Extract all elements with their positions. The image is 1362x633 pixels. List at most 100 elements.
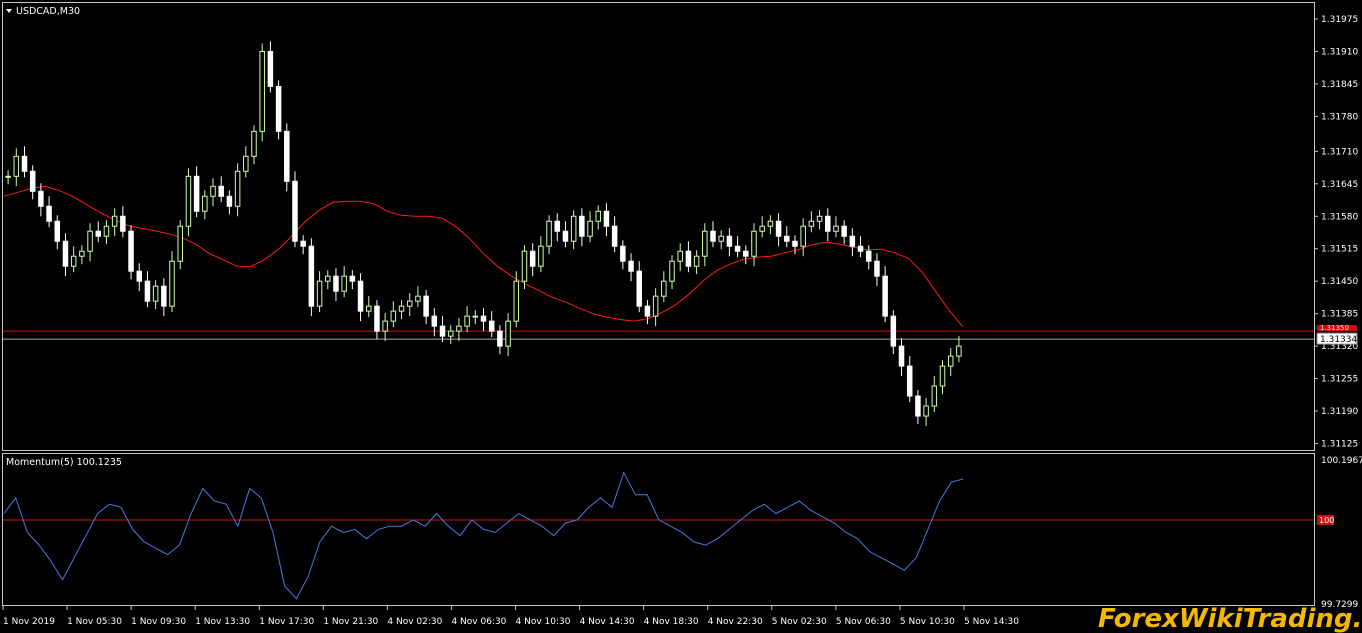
candle: [415, 286, 421, 308]
candle-body: [95, 230, 102, 237]
time-tick-label: 4 Nov 14:30: [580, 617, 635, 627]
candle: [234, 163, 241, 217]
candle-body: [726, 235, 733, 247]
candle: [185, 168, 192, 237]
price-tick-label: 1.31515: [1321, 245, 1358, 255]
candle: [333, 268, 339, 302]
candle: [120, 206, 126, 238]
candle-body: [693, 255, 700, 267]
trading-chart[interactable]: 1.31975 1.31910 1.31845 1.31780 1.31710 1.316…: [0, 0, 1362, 633]
candle: [308, 238, 315, 317]
candle-body: [915, 395, 921, 417]
candle: [447, 325, 454, 345]
candle: [103, 220, 110, 245]
candle-body: [874, 260, 880, 277]
candle: [365, 296, 372, 318]
candle: [95, 221, 102, 243]
candle: [251, 125, 257, 165]
candle-body: [767, 220, 774, 227]
candle: [603, 203, 610, 237]
price-tick-label: 1.31710: [1321, 147, 1358, 157]
candle-body: [177, 225, 183, 262]
candle: [398, 300, 405, 320]
momentum-max-label: 100.1967: [1321, 456, 1362, 466]
candle: [661, 271, 667, 303]
candle-body: [374, 305, 380, 332]
candle: [685, 241, 692, 273]
candle-body: [259, 50, 265, 132]
candle-body: [825, 215, 831, 232]
candle: [406, 293, 413, 317]
candle: [193, 166, 200, 218]
candle: [841, 220, 847, 245]
time-tick-label: 4 Nov 22:30: [708, 617, 763, 627]
price-pane[interactable]: [2, 2, 1315, 451]
candle-body: [505, 320, 511, 347]
candle-body: [161, 285, 167, 307]
price-tick-label: 1.31125: [1321, 440, 1358, 450]
candle-body: [185, 175, 192, 227]
candle-body: [947, 355, 954, 367]
candle-body: [833, 225, 839, 232]
candle: [202, 190, 208, 220]
candle-body: [357, 280, 364, 312]
candle-body: [718, 235, 724, 242]
candle-body: [292, 180, 298, 242]
candle: [759, 216, 765, 238]
candle-body: [898, 345, 905, 367]
candle: [439, 316, 446, 343]
candle-body: [620, 245, 626, 262]
time-tick-label: 5 Nov 02:30: [772, 617, 827, 627]
candle-body: [46, 205, 52, 222]
candle-body: [79, 250, 85, 257]
momentum-level-label: 100: [1319, 516, 1334, 525]
candle-body: [333, 275, 339, 292]
candle-body: [579, 215, 585, 237]
candle: [718, 230, 724, 250]
candle: [743, 245, 749, 265]
candle: [808, 211, 815, 233]
candle-body: [857, 245, 864, 252]
time-tick-label: 5 Nov 10:30: [900, 617, 955, 627]
candle-body: [382, 320, 388, 332]
candle-body: [906, 365, 913, 397]
candle: [456, 318, 462, 342]
candle-body: [710, 230, 716, 242]
candle: [316, 271, 323, 313]
time-tick-label: 4 Nov 18:30: [644, 617, 699, 627]
candle: [423, 290, 429, 325]
candle-body: [546, 220, 552, 247]
candle: [46, 196, 52, 228]
candle-body: [398, 305, 405, 312]
candle-body: [275, 85, 282, 132]
candle: [374, 300, 380, 340]
candle-body: [70, 255, 77, 267]
candle: [218, 176, 224, 203]
candle-body: [956, 345, 962, 357]
candle-body: [243, 155, 249, 172]
candle: [947, 348, 954, 377]
dropdown-triangle-icon[interactable]: [6, 9, 12, 13]
candle: [767, 215, 774, 235]
candle-body: [202, 195, 208, 212]
candle: [702, 223, 708, 267]
price-tick-label: 1.31780: [1321, 112, 1358, 122]
candle: [275, 80, 282, 140]
candle: [292, 171, 298, 248]
candle: [21, 146, 28, 178]
candle: [505, 313, 511, 357]
candle-body: [54, 220, 61, 242]
candle: [390, 301, 397, 328]
price-tick-label: 1.31910: [1321, 47, 1358, 57]
candle-body: [316, 280, 323, 307]
candle-body: [38, 190, 44, 207]
candle-body: [595, 210, 602, 222]
candle: [480, 308, 487, 332]
momentum-pane[interactable]: [2, 453, 1315, 606]
candle: [243, 146, 249, 178]
candle-body: [669, 260, 675, 282]
candle-body: [439, 325, 446, 337]
candle-body: [234, 170, 241, 207]
candle-body: [816, 215, 823, 222]
candle-body: [603, 210, 610, 227]
